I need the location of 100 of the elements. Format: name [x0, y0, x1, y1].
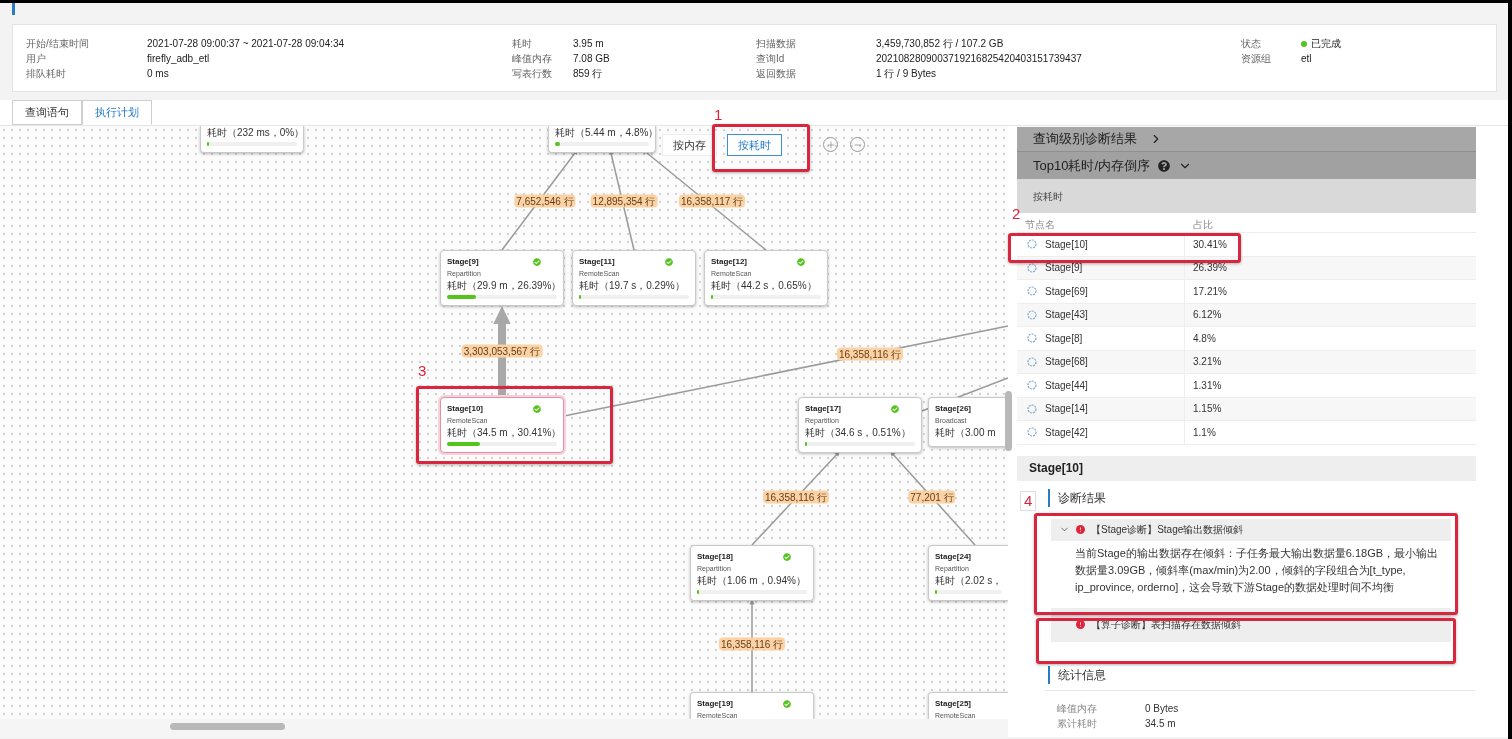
- stage-title: Stage[11]: [579, 255, 615, 268]
- stage-title: Stage[18]: [697, 550, 733, 563]
- dashed-circle-icon: [1027, 262, 1037, 273]
- dashed-circle-icon: [1027, 333, 1037, 344]
- share-value: 1.31%: [1192, 378, 1222, 393]
- stage-title: Stage[17]: [805, 402, 841, 415]
- attribute-label: 排队耗时: [26, 67, 67, 81]
- row-count-label: 16,358,116 行: [762, 490, 830, 504]
- row-count-label: 16,358,117 行: [678, 194, 746, 208]
- attribute-label: 开始/结束时间: [26, 37, 90, 51]
- row-count-label: 7,652,546 行: [514, 194, 576, 208]
- stat-value: 34.5 m: [1145, 716, 1176, 731]
- attribute-value: 3.95 m: [573, 37, 605, 51]
- dashed-circle-icon: [1027, 427, 1037, 438]
- dashed-circle-icon: [1027, 403, 1037, 414]
- section-header[interactable]: 查询级别诊断结果: [1017, 127, 1476, 151]
- section-title: Top10耗时/内存倒序: [1033, 156, 1151, 175]
- row-count-label: 12,895,354 行: [590, 194, 658, 208]
- attribute-label: 状态: [1241, 37, 1262, 51]
- dashed-circle-icon: [1027, 356, 1037, 367]
- stat-label: 峰值内存: [1056, 701, 1098, 716]
- attribute-value: 859 行: [573, 67, 604, 81]
- attribute-label: 查询Id: [756, 52, 786, 66]
- section-marker: [12, 3, 15, 15]
- share-value: 3.21%: [1192, 355, 1222, 370]
- duration-text: 耗时（1.06 m，0.94%）: [697, 574, 807, 588]
- attribute-label: 耗时: [512, 37, 533, 51]
- attribute-label: 写表行数: [512, 67, 553, 81]
- share-value: 1.15%: [1192, 402, 1222, 417]
- diagnosis-row[interactable]: 【Stage诊断】Stage输出数据倾斜: [1051, 518, 1451, 541]
- stage-name[interactable]: Stage[14]: [1045, 401, 1088, 417]
- stage-title: Stage[25]: [935, 697, 971, 710]
- duration-text: 耗时（29.9 m，26.39%）: [447, 279, 557, 293]
- duration-text: 耗时（34.5 m，30.41%）: [447, 426, 557, 440]
- error-icon: [1076, 525, 1085, 534]
- attribute-label: 返回数据: [756, 67, 797, 81]
- subsection-title: 诊断结果: [1058, 489, 1106, 507]
- attribute-value: 2021082809003719216825420403151739437: [876, 52, 1083, 66]
- dashed-circle-icon: [1027, 380, 1037, 391]
- row-count-label: 16,358,116 行: [836, 347, 904, 361]
- stage-name[interactable]: Stage[8]: [1045, 330, 1083, 346]
- share-value: 6.12%: [1192, 308, 1222, 323]
- stage-title: Stage[10]: [447, 402, 483, 415]
- dashed-circle-icon: [1027, 286, 1037, 297]
- diagnosis-title: 【Stage诊断】Stage输出数据倾斜: [1091, 523, 1244, 537]
- stage-name[interactable]: Stage[44]: [1045, 377, 1088, 393]
- subsection-title: 统计信息: [1058, 666, 1106, 684]
- duration-text: 耗时（232 ms，0%）: [207, 126, 297, 140]
- annotation-number: 2: [1012, 206, 1021, 222]
- scrollbar-thumb[interactable]: [1005, 391, 1012, 451]
- attribute-value: etl: [1301, 52, 1313, 66]
- row-count-label: 77,201 行: [908, 490, 956, 504]
- duration-text: 耗时（2.02 s，: [935, 574, 1002, 588]
- sort-button[interactable]: 按内存: [662, 134, 717, 156]
- attribute-value: firefly_adb_etl: [147, 52, 211, 66]
- stat-value: 0 Bytes: [1145, 701, 1179, 716]
- share-value: 4.8%: [1192, 331, 1216, 346]
- column-header: 节点名: [1024, 218, 1056, 232]
- column-header: 占比: [1192, 218, 1213, 232]
- sort-label: 按耗时: [1033, 189, 1063, 204]
- attribute-value: 7.08 GB: [573, 52, 611, 66]
- annotation-number: 1: [714, 107, 723, 123]
- stage-name[interactable]: Stage[10]: [1045, 236, 1088, 252]
- attribute-value: 已完成: [1311, 37, 1341, 51]
- row-count-label: 16,358,116 行: [718, 637, 786, 651]
- annotation-number: 4: [1020, 491, 1037, 511]
- duration-text: 耗时（34.6 s，0.51%）: [805, 426, 912, 440]
- stage-node[interactable]: 耗时（5.44 m，4.8%）: [548, 126, 656, 153]
- section-header[interactable]: Top10耗时/内存倒序: [1017, 151, 1476, 179]
- stage-title: Stage[24]: [935, 550, 971, 563]
- annotation-number: 3: [418, 363, 427, 379]
- stage-name[interactable]: Stage[69]: [1045, 283, 1088, 299]
- stage-heading: Stage[10]: [1029, 460, 1084, 477]
- share-value: 17.21%: [1192, 284, 1227, 299]
- scrollbar-thumb[interactable]: [170, 723, 285, 730]
- stage-name[interactable]: Stage[68]: [1045, 354, 1088, 370]
- stage-title: Stage[9]: [447, 255, 479, 268]
- duration-text: 耗时（19.7 s，0.29%）: [579, 279, 686, 293]
- share-value: 1.1%: [1192, 425, 1216, 440]
- attribute-value: 3,459,730,852 行 / 107.2 GB: [876, 37, 1005, 51]
- help-icon: [1158, 159, 1171, 172]
- stage-title: Stage[19]: [697, 697, 733, 710]
- duration-text: 耗时（3.00 m: [935, 426, 997, 440]
- dashed-circle-icon: [1027, 239, 1037, 250]
- stage-name[interactable]: Stage[42]: [1045, 424, 1088, 440]
- sort-button[interactable]: 按耗时: [727, 134, 782, 156]
- stage-title: Stage[12]: [711, 255, 747, 268]
- attribute-value: 2021-07-28 09:00:37 ~ 2021-07-28 09:04:34: [147, 37, 346, 51]
- tab[interactable]: 查询语句: [12, 100, 82, 125]
- attribute-label: 用户: [26, 52, 47, 66]
- diagnosis-detail: 当前Stage的输出数据存在倾斜：子任务最大输出数据量6.18GB，最小输出数据量3.09GB，倾斜率(max/min)为2.00，倾斜的字段组合为[t_type, ip_province, orderno]，这会导致下游Stage的数据处理时间不均衡: [1075, 545, 1440, 595]
- stage-name[interactable]: Stage[9]: [1045, 260, 1083, 276]
- stat-label: 累计耗时: [1056, 716, 1098, 731]
- stage-name[interactable]: Stage[43]: [1045, 307, 1088, 323]
- row-count-label: 3,303,053,567 行: [461, 344, 543, 358]
- attribute-value: 1 行 / 9 Bytes: [876, 67, 938, 81]
- stage-node[interactable]: 耗时（232 ms，0%）: [200, 126, 304, 153]
- tab[interactable]: 执行计划: [82, 100, 152, 125]
- attribute-label: 峰值内存: [512, 52, 553, 66]
- section-title: 查询级别诊断结果: [1033, 130, 1137, 149]
